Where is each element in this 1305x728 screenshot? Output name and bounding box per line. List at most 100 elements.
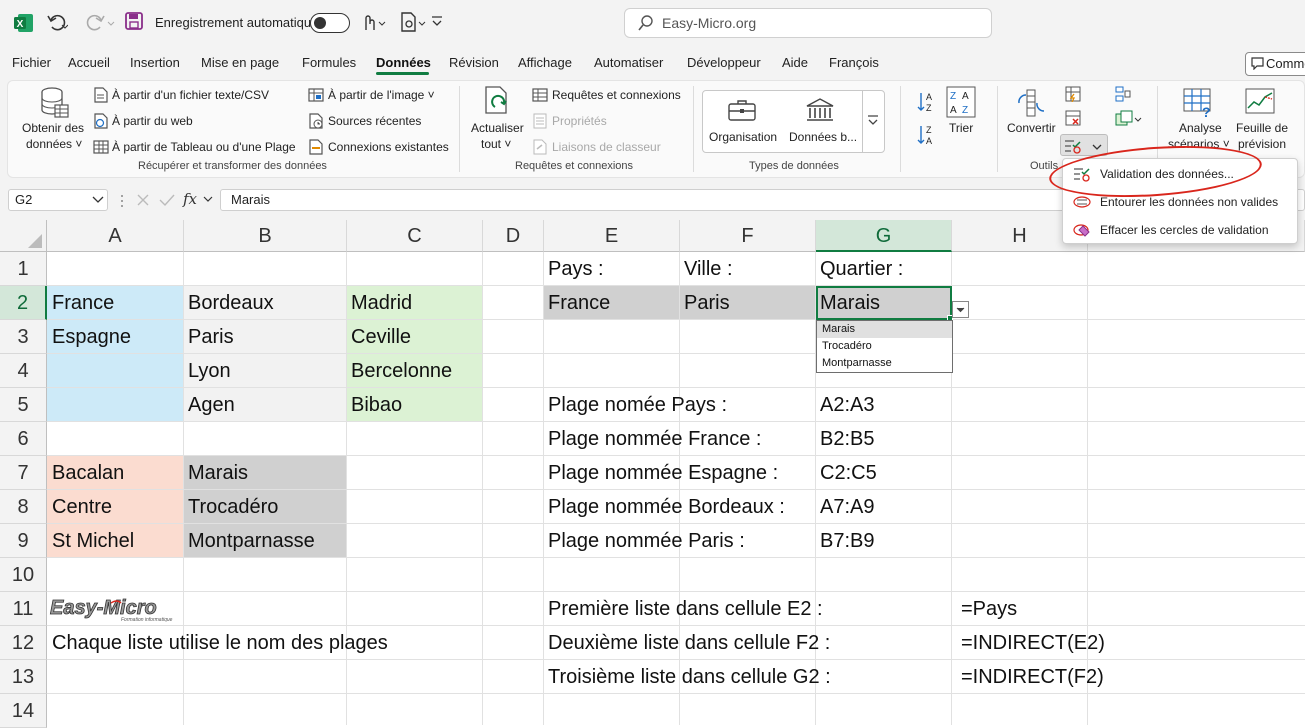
get-data-label[interactable]: Obtenir des xyxy=(22,121,84,135)
from-web[interactable]: À partir du web xyxy=(112,114,193,128)
dropdown-option-trocadero[interactable]: Trocadéro xyxy=(817,338,952,355)
relationships-icon[interactable] xyxy=(1115,110,1143,128)
cell-g9[interactable]: B7:B9 xyxy=(820,524,874,558)
menu-francois[interactable]: François xyxy=(829,55,879,70)
sort-az-icon[interactable]: AZ xyxy=(916,90,936,114)
row-header-3[interactable]: 3 xyxy=(0,320,47,354)
menu-clear-circles[interactable]: Effacer les cercles de validation xyxy=(1100,223,1269,237)
cell-g8[interactable]: A7:A9 xyxy=(820,490,874,524)
menu-fichier[interactable]: Fichier xyxy=(12,55,51,70)
row-header-1[interactable]: 1 xyxy=(0,252,47,286)
print-preview-icon[interactable] xyxy=(400,12,428,32)
column-header-f[interactable]: F xyxy=(680,220,816,252)
menu-developpeur[interactable]: Développeur xyxy=(687,55,761,70)
from-text-csv[interactable]: À partir d'un fichier texte/CSV xyxy=(112,88,269,102)
cell-c4[interactable]: Bercelonne xyxy=(351,354,452,388)
undo-icon[interactable] xyxy=(46,12,68,32)
cell-g5[interactable]: A2:A3 xyxy=(820,388,874,422)
cell-h13[interactable]: =INDIRECT(F2) xyxy=(961,660,1104,694)
cell-g1[interactable]: Quartier : xyxy=(820,252,903,286)
cell-g7[interactable]: C2:C5 xyxy=(820,456,877,490)
cell-h12[interactable]: =INDIRECT(E2) xyxy=(961,626,1105,660)
cell-b9[interactable]: Montparnasse xyxy=(188,524,315,558)
text-to-columns-icon[interactable] xyxy=(1015,88,1049,118)
forecast-sheet-icon[interactable] xyxy=(1245,88,1277,118)
cell-c5[interactable]: Bibao xyxy=(351,388,402,422)
row-header-5[interactable]: 5 xyxy=(0,388,47,422)
sort-icon[interactable]: ZAAZ xyxy=(946,86,976,118)
organisation-icon[interactable] xyxy=(727,98,757,122)
cell-f2[interactable]: Paris xyxy=(684,286,730,320)
convert-label[interactable]: Convertir xyxy=(1007,121,1056,135)
cell-dropdown-button[interactable] xyxy=(952,301,969,318)
cell-g6[interactable]: B2:B5 xyxy=(820,422,874,456)
cell-b2[interactable]: Bordeaux xyxy=(188,286,274,320)
column-header-d[interactable]: D xyxy=(483,220,544,252)
cell-b3[interactable]: Paris xyxy=(188,320,234,354)
cell-c2[interactable]: Madrid xyxy=(351,286,412,320)
refresh-all-label[interactable]: Actualiser xyxy=(471,121,524,135)
sort-za-icon[interactable]: ZA xyxy=(916,123,936,147)
touch-mode-icon[interactable] xyxy=(360,12,388,32)
row-header-6[interactable]: 6 xyxy=(0,422,47,456)
cell-a3[interactable]: Espagne xyxy=(52,320,131,354)
forecast-label-2[interactable]: prévision xyxy=(1238,137,1286,151)
cell-e7[interactable]: Plage nommée Espagne : xyxy=(548,456,778,490)
select-all-corner[interactable] xyxy=(0,220,47,252)
column-header-b[interactable]: B xyxy=(184,220,347,252)
cell-b7[interactable]: Marais xyxy=(188,456,248,490)
row-header-9[interactable]: 9 xyxy=(0,524,47,558)
donnees-b-label[interactable]: Données b... xyxy=(789,130,857,144)
menu-formules[interactable]: Formules xyxy=(302,55,356,70)
cell-e5[interactable]: Plage nomée Pays : xyxy=(548,388,727,422)
cell-e2[interactable]: France xyxy=(548,286,610,320)
row-header-8[interactable]: 8 xyxy=(0,490,47,524)
cell-a8[interactable]: Centre xyxy=(52,490,112,524)
cell-e9[interactable]: Plage nommée Paris : xyxy=(548,524,745,558)
menu-mise-en-page[interactable]: Mise en page xyxy=(201,55,279,70)
autosave-toggle[interactable] xyxy=(310,13,350,33)
row-header-10[interactable]: 10 xyxy=(0,558,47,592)
menu-revision[interactable]: Révision xyxy=(449,55,499,70)
refresh-all-label-2[interactable]: tout ˅ xyxy=(481,137,511,151)
forecast-label[interactable]: Feuille de xyxy=(1236,121,1288,135)
cell-c3[interactable]: Ceville xyxy=(351,320,411,354)
cell-f1[interactable]: Ville : xyxy=(684,252,733,286)
cell-e11[interactable]: Première liste dans cellule E2 : xyxy=(548,592,823,626)
existing-connections[interactable]: Connexions existantes xyxy=(328,140,449,154)
row-header-2[interactable]: 2 xyxy=(0,286,47,320)
column-header-e[interactable]: E xyxy=(544,220,680,252)
from-table-range[interactable]: À partir de Tableau ou d'une Plage xyxy=(112,140,296,154)
customize-toolbar-icon[interactable] xyxy=(431,16,443,26)
menu-accueil[interactable]: Accueil xyxy=(68,55,110,70)
cell-e12[interactable]: Deuxième liste dans cellule F2 : xyxy=(548,626,830,660)
redo-icon[interactable] xyxy=(86,12,118,32)
cell-e13[interactable]: Troisième liste dans cellule G2 : xyxy=(548,660,831,694)
row-header-14[interactable]: 14 xyxy=(0,694,47,728)
name-box-dropdown-icon[interactable] xyxy=(92,196,104,204)
column-header-a[interactable]: A xyxy=(47,220,184,252)
what-if-label[interactable]: Analyse xyxy=(1179,121,1222,135)
consolidate-icon[interactable] xyxy=(1115,86,1131,102)
menu-automatiser[interactable]: Automatiser xyxy=(594,55,663,70)
organisation-label[interactable]: Organisation xyxy=(709,130,777,144)
insert-function-icon[interactable]: fx xyxy=(183,190,197,208)
what-if-analysis-icon[interactable]: ? xyxy=(1183,88,1215,118)
recent-sources[interactable]: Sources récentes xyxy=(328,114,421,128)
flash-fill-icon[interactable] xyxy=(1065,86,1081,102)
dropdown-option-marais[interactable]: Marais xyxy=(817,321,952,338)
cell-e6[interactable]: Plage nommée France : xyxy=(548,422,761,456)
bank-icon[interactable] xyxy=(805,97,835,123)
dropdown-option-montparnasse[interactable]: Montparnasse xyxy=(817,355,952,372)
remove-duplicates-icon[interactable] xyxy=(1065,110,1081,126)
row-header-4[interactable]: 4 xyxy=(0,354,47,388)
cell-b4[interactable]: Lyon xyxy=(188,354,231,388)
cell-b5[interactable]: Agen xyxy=(188,388,235,422)
fx-dropdown-icon[interactable] xyxy=(203,196,213,204)
menu-affichage[interactable]: Affichage xyxy=(518,55,572,70)
cell-a7[interactable]: Bacalan xyxy=(52,456,124,490)
menu-aide[interactable]: Aide xyxy=(782,55,808,70)
queries-connections[interactable]: Requêtes et connexions xyxy=(552,88,681,102)
sort-label[interactable]: Trier xyxy=(949,121,973,135)
cell-b8[interactable]: Trocadéro xyxy=(188,490,278,524)
